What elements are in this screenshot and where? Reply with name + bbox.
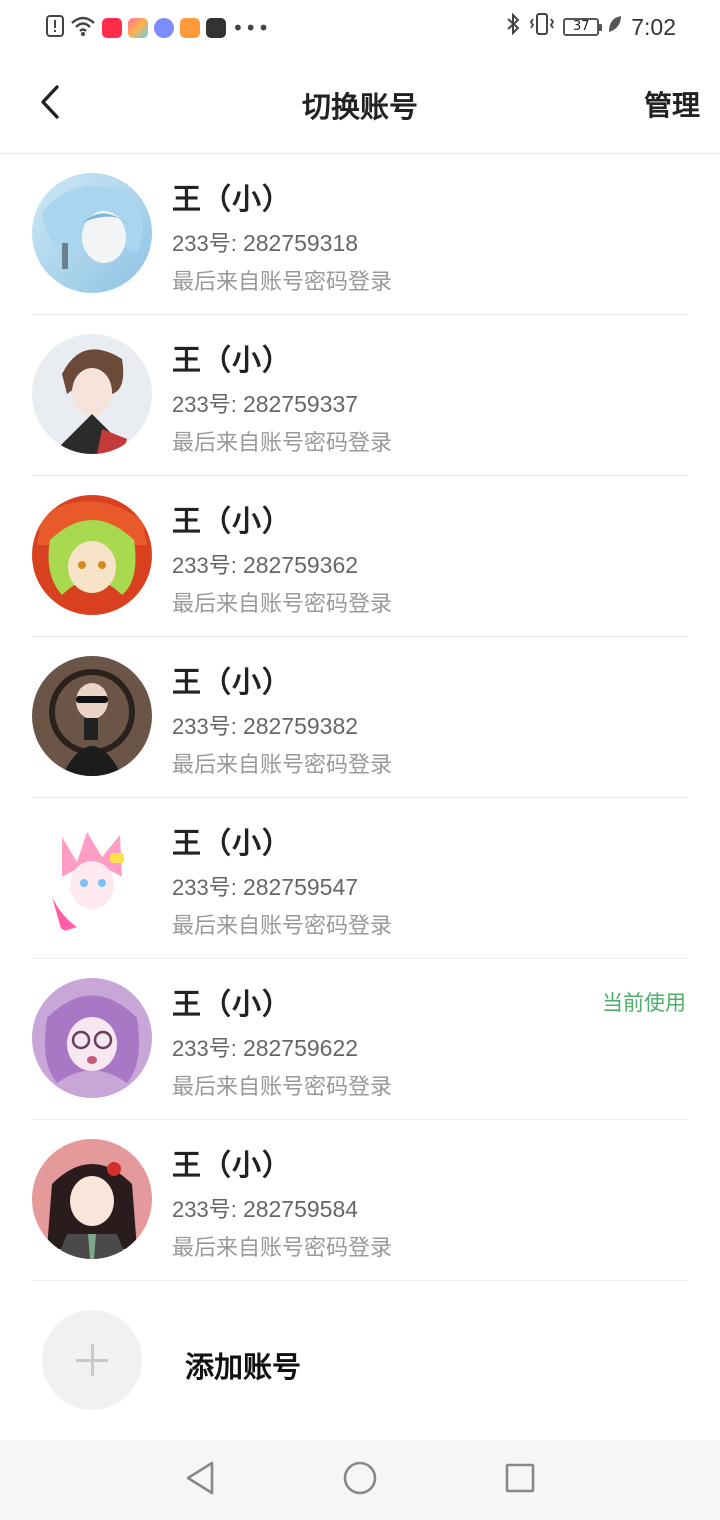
account-id-prefix: 233号: [172, 714, 243, 739]
account-id-prefix: 233号: [172, 1036, 243, 1061]
account-login-source: 最后来自账号密码登录 [172, 592, 393, 617]
avatar [32, 978, 152, 1098]
row-divider [32, 1280, 688, 1281]
battery-icon: 37 [563, 18, 603, 36]
status-time: 7:02 [631, 13, 676, 40]
account-id-number: 282759382 [242, 713, 359, 739]
add-account-button[interactable]: 添加账号 [0, 1284, 720, 1434]
account-row[interactable]: 王（小） 233号: 282759584 最后来自账号密码登录 [0, 1120, 720, 1281]
current-badge: 当前使用 [602, 991, 686, 1015]
avatar [32, 1139, 152, 1259]
status-right-icons: 37 7:02 [505, 12, 676, 42]
nav-back-button[interactable] [180, 1460, 220, 1500]
add-account-label: 添加账号 [185, 1350, 302, 1384]
account-id: 233号: 282759362 [172, 548, 358, 580]
account-id-number: 282759547 [242, 874, 359, 900]
avatar [32, 656, 152, 776]
account-id-number: 282759337 [242, 391, 359, 417]
header: 切换账号 管理 [0, 56, 720, 154]
wifi-icon [70, 15, 96, 41]
account-id: 233号: 282759547 [172, 870, 358, 902]
account-list: 王（小） 233号: 282759318 最后来自账号密码登录 王（小） 233… [0, 154, 720, 1281]
system-nav-bar [0, 1440, 720, 1520]
account-id: 233号: 282759622 [172, 1031, 358, 1063]
nav-home-button[interactable] [340, 1460, 380, 1500]
account-row[interactable]: 王（小） 233号: 282759547 最后来自账号密码登录 [0, 798, 720, 959]
account-id-prefix: 233号: [172, 553, 243, 578]
leaf-icon [607, 14, 623, 40]
plus-icon [42, 1310, 142, 1410]
account-login-source: 最后来自账号密码登录 [172, 431, 393, 456]
home-circle-icon [342, 1460, 378, 1500]
alert-icon [46, 15, 64, 41]
account-name: 王（小） [172, 504, 293, 538]
account-id-prefix: 233号: [172, 392, 243, 417]
manage-button[interactable]: 管理 [644, 84, 700, 124]
avatar [32, 817, 152, 937]
back-triangle-icon [184, 1460, 216, 1500]
account-login-source: 最后来自账号密码登录 [172, 1236, 393, 1261]
account-id: 233号: 282759584 [172, 1192, 358, 1224]
account-name: 王（小） [172, 665, 293, 699]
account-name: 王（小） [172, 343, 293, 377]
account-id-number: 282759584 [242, 1196, 359, 1222]
account-name: 王（小） [172, 826, 293, 860]
avatar [32, 495, 152, 615]
vibrate-icon [529, 12, 555, 42]
status-left-icons: ••• [46, 14, 270, 42]
music-icon [154, 18, 174, 38]
bluetooth-icon [505, 12, 521, 42]
shopping-icon [128, 18, 148, 38]
account-id-prefix: 233号: [172, 875, 243, 900]
account-login-source: 最后来自账号密码登录 [172, 914, 393, 939]
xiaohongshu-icon [102, 18, 122, 38]
page-title: 切换账号 [301, 90, 418, 124]
account-id-prefix: 233号: [172, 231, 243, 256]
avatar [32, 173, 152, 293]
account-login-source: 最后来自账号密码登录 [172, 1075, 393, 1100]
account-id-prefix: 233号: [172, 1197, 243, 1222]
account-id-number: 282759622 [242, 1035, 359, 1061]
account-id-number: 282759318 [242, 230, 359, 256]
nav-recents-button[interactable] [500, 1460, 540, 1500]
capcut-icon [206, 18, 226, 38]
account-row[interactable]: 王（小） 233号: 282759382 最后来自账号密码登录 [0, 637, 720, 798]
account-name: 王（小） [172, 987, 293, 1021]
account-id: 233号: 282759382 [172, 709, 358, 741]
account-id: 233号: 282759318 [172, 226, 358, 258]
recents-square-icon [504, 1462, 536, 1498]
account-id: 233号: 282759337 [172, 387, 358, 419]
account-row[interactable]: 王（小） 233号: 282759622 最后来自账号密码登录 当前使用 [0, 959, 720, 1120]
avatar [32, 334, 152, 454]
account-row[interactable]: 王（小） 233号: 282759318 最后来自账号密码登录 [0, 154, 720, 315]
account-row[interactable]: 王（小） 233号: 282759362 最后来自账号密码登录 [0, 476, 720, 637]
status-bar: ••• 37 7:02 [0, 0, 720, 56]
account-login-source: 最后来自账号密码登录 [172, 270, 393, 295]
account-id-number: 282759362 [242, 552, 359, 578]
more-dots-icon: ••• [232, 16, 271, 40]
account-name: 王（小） [172, 182, 293, 216]
account-name: 王（小） [172, 1148, 293, 1182]
video-icon [180, 18, 200, 38]
account-login-source: 最后来自账号密码登录 [172, 753, 393, 778]
account-row[interactable]: 王（小） 233号: 282759337 最后来自账号密码登录 [0, 315, 720, 476]
